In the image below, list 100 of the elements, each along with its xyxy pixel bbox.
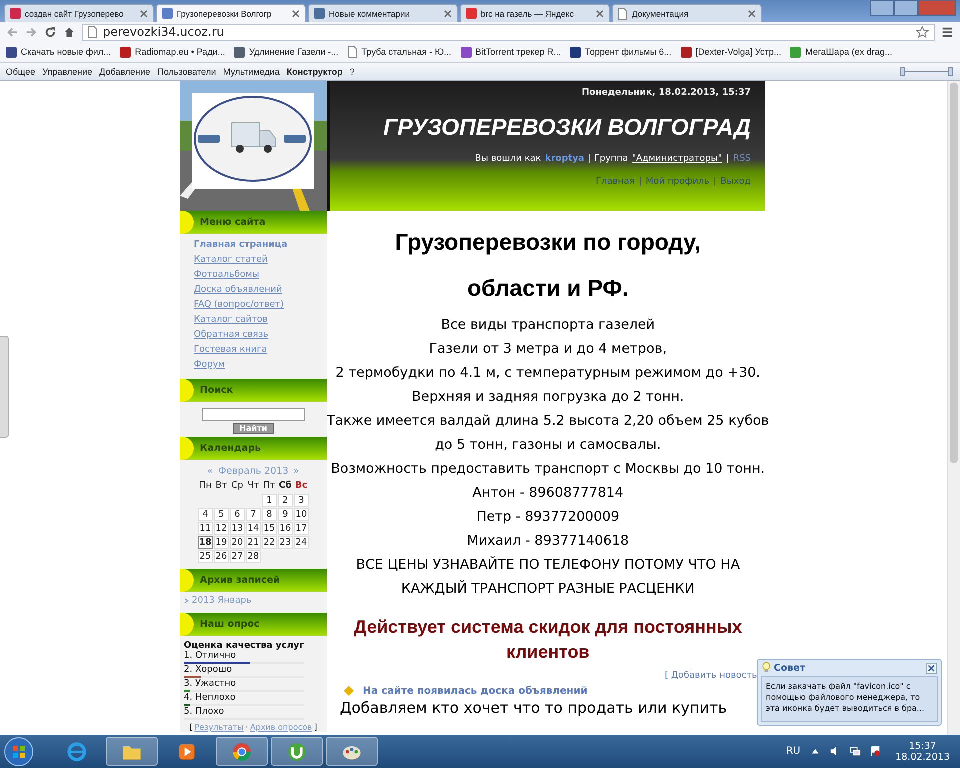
page-icon	[88, 26, 98, 38]
close-icon[interactable]	[596, 10, 604, 18]
admin-menu-item[interactable]: Добавление	[100, 66, 151, 76]
admin-menu-item[interactable]: ?	[350, 66, 355, 76]
user-link[interactable]: kroptya	[545, 154, 585, 164]
tip-title: Совет	[774, 662, 806, 674]
taskbar-button[interactable]	[216, 737, 268, 766]
side-panel-handle[interactable]	[0, 336, 9, 438]
news-title[interactable]: На сайте появилась доска объявлений	[363, 686, 588, 696]
network-icon[interactable]	[850, 746, 861, 757]
calendar-day: 24	[294, 536, 309, 549]
calendar-day: 16	[278, 522, 293, 535]
browser-tab[interactable]: Новые комментарии	[308, 4, 458, 22]
login-text: Вы вошли как	[475, 154, 542, 164]
body-text: Верхняя и задняя погрузка до 2 тонн.	[411, 388, 686, 407]
bookmark-item[interactable]: Скачать новые фил...	[6, 46, 112, 58]
menu-icon[interactable]	[941, 26, 954, 38]
calendar-day: 28	[246, 550, 261, 563]
poll-option: 4. Неплохо	[184, 693, 323, 704]
bookmark-item[interactable]: Radiomap.eu • Ради...	[120, 46, 226, 58]
calendar-day: 15	[262, 522, 277, 535]
poll-option: 1. Отлично	[184, 651, 323, 662]
lightbulb-icon	[762, 662, 771, 674]
close-icon[interactable]	[444, 10, 452, 18]
bracket: ]	[314, 723, 318, 732]
poll-option: 2. Хорошо	[184, 665, 323, 676]
bookmark-item[interactable]: [Dexter-Volga] Устр...	[680, 46, 782, 58]
block-header: Наш опрос	[180, 613, 327, 636]
calendar-day: 6	[230, 508, 245, 521]
separator: |	[638, 177, 642, 187]
address-field[interactable]: perevozki34.ucoz.ru	[82, 24, 935, 40]
calendar-day: 10	[294, 508, 309, 521]
weekday-label: Сб	[278, 480, 293, 493]
search-field[interactable]	[202, 408, 305, 421]
calendar-day: 5	[214, 508, 229, 521]
admin-menu-item[interactable]: Мультимедиа	[223, 66, 280, 76]
close-icon[interactable]	[748, 10, 756, 18]
close-icon[interactable]	[926, 662, 937, 674]
taskbar-button[interactable]	[271, 737, 323, 766]
taskbar-button[interactable]	[326, 737, 378, 766]
bracket: [	[190, 723, 193, 732]
admin-menu-item[interactable]: Пользователи	[158, 66, 216, 76]
close-icon[interactable]	[140, 10, 148, 18]
scrollbar[interactable]	[947, 81, 960, 735]
body-text: 2 термобудки по 4.1 м, с температурным режимом до +30.	[334, 364, 762, 383]
calendar-day: 21	[246, 536, 261, 549]
calendar-day: 14	[246, 522, 261, 535]
torrent-icon	[286, 740, 308, 762]
window-controls[interactable]	[870, 0, 956, 16]
taskbar-button[interactable]	[106, 737, 158, 766]
browser-tab[interactable]: создан сайт Грузоперево	[4, 4, 154, 22]
discount-heading: Действует система скидок для постоянных клиентов	[353, 616, 744, 664]
reload-icon[interactable]	[44, 26, 57, 38]
close-icon[interactable]	[292, 10, 300, 18]
calendar-day: 12	[214, 522, 229, 535]
block-header: Календарь	[180, 437, 327, 460]
diamond-icon	[343, 685, 355, 697]
calendar-day: 23	[278, 536, 293, 549]
contact-line: Михаил - 89377140618	[466, 532, 630, 551]
admin-menu-item[interactable]: Управление	[42, 66, 93, 76]
slider-handle-icon[interactable]	[900, 66, 954, 76]
block-header: Меню сайта	[180, 211, 327, 234]
page-heading: Грузоперевозки по городу, области и РФ.	[394, 228, 702, 303]
separator: |	[714, 177, 717, 187]
start-button[interactable]	[4, 736, 34, 766]
notice-text: ВСЕ ЦЕНЫ УЗНАВАЙТЕ ПО ТЕЛЕФОНУ ПОТОМУ ЧТО НА	[355, 556, 742, 575]
star-icon[interactable]	[916, 26, 929, 38]
date-time: Понедельник, 18.02.2013, 15:37	[582, 88, 751, 98]
bookmark-item[interactable]: Труба стальная - Ю...	[348, 46, 452, 58]
weekday-label: Пт	[262, 480, 276, 493]
weekday-label: Чт	[246, 480, 260, 493]
calendar-day: 22	[262, 536, 277, 549]
calendar-day: 25	[198, 550, 213, 563]
bookmark-item[interactable]: BitTorrent трекер R...	[460, 46, 562, 58]
language-indicator[interactable]: RU	[786, 746, 801, 757]
block-header: Архив записей	[180, 569, 327, 592]
separator: |	[726, 154, 730, 164]
admin-menu-item[interactable]: Конструктор	[286, 66, 343, 76]
group-text: | Группа	[588, 154, 628, 164]
globe-icon	[66, 740, 88, 762]
calendar-day: 4	[198, 508, 213, 521]
calendar-day: 7	[246, 508, 261, 521]
bookmark-item[interactable]: МегаШара (ex drag...	[790, 46, 892, 58]
home-icon[interactable]	[63, 26, 76, 38]
bookmark-item[interactable]: Торрент фильмы 6...	[570, 46, 672, 58]
browser-tab[interactable]: brc на газель — Яндекс	[460, 4, 610, 22]
flag-icon[interactable]	[870, 746, 881, 757]
calendar-day: 9	[278, 508, 293, 521]
add-news-link[interactable]: [ Добавить новость	[665, 671, 758, 681]
group-link[interactable]: "Администраторы"	[632, 154, 722, 164]
bookmark-item[interactable]: Удлинение Газели -...	[234, 46, 339, 58]
separator: ·	[246, 723, 248, 732]
browser-tab[interactable]: Грузоперевозки Волгогр	[156, 4, 306, 22]
page-icon	[618, 8, 628, 20]
browser-icon	[231, 740, 253, 762]
clock[interactable]: 15:37 18.02.2013	[890, 740, 956, 762]
browser-tab[interactable]: Документация	[612, 4, 762, 22]
weekday-label: Ср	[230, 480, 244, 493]
admin-menu-item[interactable]: Общее	[6, 66, 36, 76]
contact-line: Петр - 89377200009	[476, 508, 621, 527]
